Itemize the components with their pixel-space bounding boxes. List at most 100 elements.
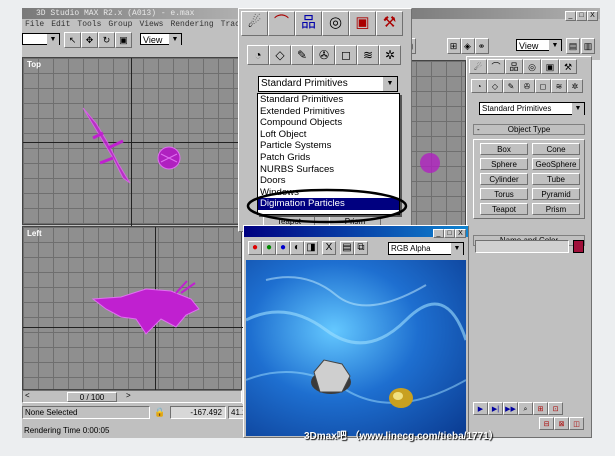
spacewarps-icon[interactable]: ≋	[357, 45, 379, 65]
lock-icon[interactable]: 🔒	[154, 407, 165, 418]
alpha-channel-icon[interactable]: ◐	[290, 241, 304, 255]
menu-group[interactable]: Group	[108, 20, 132, 29]
zoom-icon[interactable]: ⌕	[518, 402, 533, 415]
toolbar-icon[interactable]: ▥	[581, 38, 595, 54]
arc-rotate-icon[interactable]: ◫	[569, 417, 584, 430]
close-button[interactable]: X	[455, 229, 466, 238]
minimize-button[interactable]: _	[565, 11, 576, 21]
menu-file[interactable]: File	[25, 20, 44, 29]
geometry-icon[interactable]: ◔	[471, 79, 487, 93]
toolbar-icon[interactable]: ▤	[566, 38, 580, 54]
maximize-button[interactable]: □	[576, 11, 587, 21]
minimize-button[interactable]: _	[433, 229, 444, 238]
clone-icon[interactable]: ⧉	[354, 241, 368, 255]
display-tab-icon[interactable]: ▣	[541, 59, 559, 74]
category-dropdown[interactable]: Standard Primitives ▼	[258, 76, 398, 92]
box-button[interactable]: Box	[480, 143, 528, 155]
spacewarps-icon[interactable]: ≋	[551, 79, 567, 93]
category-dropdown-right[interactable]: Standard Primitives ▼	[479, 102, 585, 115]
geometry-icon[interactable]: ◔	[247, 45, 269, 65]
lights-icon[interactable]: ✎	[503, 79, 519, 93]
next-frame-icon[interactable]: ▶|	[488, 402, 503, 415]
menu-views[interactable]: Views	[139, 20, 163, 29]
scale-tool-icon[interactable]: ▣	[115, 32, 132, 48]
geosphere-button[interactable]: GeoSphere	[532, 158, 580, 170]
display-tab-icon[interactable]: ▣	[349, 11, 376, 36]
hierarchy-tab-icon[interactable]: 品	[295, 11, 322, 36]
utilities-tab-icon[interactable]: ⚒	[559, 59, 577, 74]
pyramid-button[interactable]: Pyramid	[532, 188, 580, 200]
zoom-extents-icon[interactable]: ⊡	[548, 402, 563, 415]
play-icon[interactable]: ▶	[473, 402, 488, 415]
torus-button[interactable]: Torus	[480, 188, 528, 200]
align-icon[interactable]: ⊞	[446, 38, 461, 54]
sphere-button[interactable]: Sphere	[480, 158, 528, 170]
link-icon[interactable]: ⚭	[474, 38, 489, 54]
list-item-loft-object[interactable]: Loft Object	[258, 129, 399, 141]
reference-coord-dropdown[interactable]: View ▼	[140, 33, 182, 46]
list-item-particle-systems[interactable]: Particle Systems	[258, 140, 399, 152]
channel-dropdown[interactable]: RGB Alpha ▼	[388, 242, 464, 255]
zoom-all-icon[interactable]: ⊞	[533, 402, 548, 415]
object-name-field[interactable]	[475, 240, 569, 253]
green-channel-icon[interactable]: ●	[262, 241, 276, 255]
slider-prev-icon[interactable]: <	[25, 391, 30, 400]
prism-button[interactable]: Prism	[532, 203, 580, 215]
cameras-icon[interactable]: ✇	[519, 79, 535, 93]
rollout-collapse[interactable]: -	[477, 125, 480, 135]
end-icon[interactable]: ▶▶	[503, 402, 518, 415]
clear-icon[interactable]: X	[322, 241, 336, 255]
time-slider[interactable]: < 0 / 100 >	[22, 390, 242, 403]
cone-button[interactable]: Cone	[532, 143, 580, 155]
motion-tab-icon[interactable]: ◎	[523, 59, 541, 74]
selection-filter-dropdown[interactable]: ▼	[22, 33, 60, 46]
menu-rendering[interactable]: Rendering	[170, 20, 213, 29]
list-item-compound-objects[interactable]: Compound Objects	[258, 117, 399, 129]
list-item-standard-primitives[interactable]: Standard Primitives	[258, 94, 399, 106]
coord-x-field[interactable]: -167.492	[170, 406, 226, 419]
helpers-icon[interactable]: ◻	[535, 79, 551, 93]
hierarchy-tab-icon[interactable]: 品	[505, 59, 523, 74]
helpers-icon[interactable]: ◻	[335, 45, 357, 65]
lights-icon[interactable]: ✎	[291, 45, 313, 65]
min-max-toggle-icon[interactable]: ⊠	[554, 417, 569, 430]
modify-tab-icon[interactable]: ⌒	[268, 11, 295, 36]
view-dropdown-right[interactable]: View ▼	[516, 39, 562, 52]
create-tab-icon[interactable]: ☄	[469, 59, 487, 74]
teapot-button[interactable]: Teapot	[480, 203, 528, 215]
time-slider-thumb[interactable]: 0 / 100	[67, 392, 117, 402]
monochrome-icon[interactable]: ◨	[304, 241, 318, 255]
utilities-tab-icon[interactable]: ⚒	[376, 11, 403, 36]
mirror-icon[interactable]: ◈	[460, 38, 475, 54]
viewport-top[interactable]: Top	[22, 57, 243, 226]
systems-icon[interactable]: ✲	[379, 45, 401, 65]
maximize-button[interactable]: □	[444, 229, 455, 238]
save-icon[interactable]: ▤	[340, 241, 354, 255]
list-item-patch-grids[interactable]: Patch Grids	[258, 152, 399, 164]
list-item-nurbs-surfaces[interactable]: NURBS Surfaces	[258, 164, 399, 176]
move-tool-icon[interactable]: ✥	[81, 32, 98, 48]
systems-icon[interactable]: ✲	[567, 79, 583, 93]
motion-tab-icon[interactable]: ◎	[322, 11, 349, 36]
close-button[interactable]: X	[587, 11, 598, 21]
blue-channel-icon[interactable]: ●	[276, 241, 290, 255]
modify-tab-icon[interactable]: ⌒	[487, 59, 505, 74]
shapes-icon[interactable]: ◇	[487, 79, 503, 93]
list-item-extended-primitives[interactable]: Extended Primitives	[258, 106, 399, 118]
rotate-tool-icon[interactable]: ↻	[98, 32, 115, 48]
tube-button[interactable]: Tube	[532, 173, 580, 185]
zoom-extents-all-icon[interactable]: ⊟	[539, 417, 554, 430]
red-channel-icon[interactable]: ●	[248, 241, 262, 255]
shapes-icon[interactable]: ◇	[269, 45, 291, 65]
cylinder-button[interactable]: Cylinder	[480, 173, 528, 185]
cameras-icon[interactable]: ✇	[313, 45, 335, 65]
create-tab-icon[interactable]: ☄	[241, 11, 268, 36]
slider-next-icon[interactable]: >	[126, 391, 131, 400]
object-color-swatch[interactable]	[573, 240, 584, 253]
menu-tools[interactable]: Tools	[77, 20, 101, 29]
object-type-rollout[interactable]: - Object Type	[473, 124, 585, 135]
menu-edit[interactable]: Edit	[51, 20, 70, 29]
viewport-left[interactable]: Left	[22, 226, 243, 391]
list-item-doors[interactable]: Doors	[258, 175, 399, 187]
select-tool-icon[interactable]: ↖	[64, 32, 81, 48]
